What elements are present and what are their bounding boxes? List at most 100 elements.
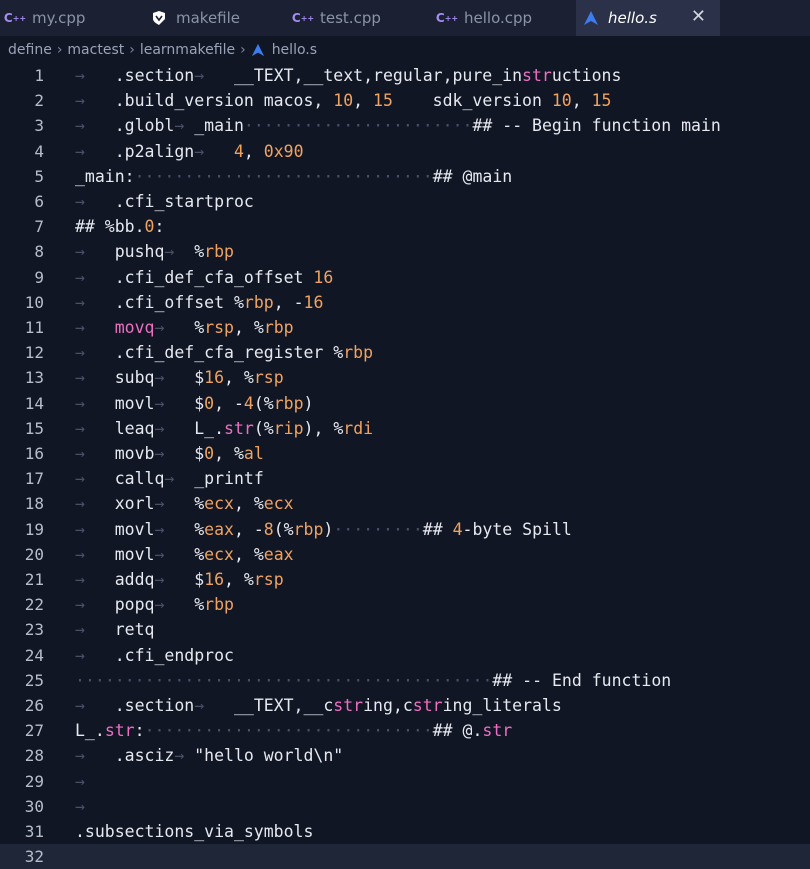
code-line[interactable]: 7 ## %bb.0: bbox=[0, 214, 810, 239]
breadcrumb-item[interactable]: define bbox=[8, 42, 52, 58]
code-line[interactable]: 3 → .globl→ _main·······················#… bbox=[0, 113, 810, 138]
code-text: → .cfi_startproc bbox=[75, 192, 254, 211]
code-text: → addq→ $16, %rsp bbox=[75, 570, 284, 589]
code-text: → callq→ _printf bbox=[75, 469, 264, 489]
code-text: → .cfi_def_cfa_register %rbp bbox=[75, 343, 374, 363]
code-text: ## %bb.0: bbox=[75, 217, 165, 237]
code-line[interactable]: 14 → movl→ $0, -4(%rbp) bbox=[0, 391, 810, 416]
line-number: 30 bbox=[24, 796, 44, 816]
cpp-icon: C ++ bbox=[291, 11, 315, 25]
tab-label: makefile bbox=[176, 9, 241, 27]
code-line[interactable]: 16 → movb→ $0, %al bbox=[0, 441, 810, 466]
line-number: 3 bbox=[34, 116, 44, 136]
code-text: → .cfi_endproc bbox=[75, 645, 234, 665]
code-line[interactable]: 26 → .section→ __TEXT,__cstring,cstring_l… bbox=[0, 693, 810, 718]
tab-label: hello.s bbox=[608, 9, 657, 27]
code-line[interactable]: 13 → subq→ $16, %rsp bbox=[0, 365, 810, 390]
tab-test-cpp[interactable]: C ++ test.cpp bbox=[288, 0, 432, 36]
line-number: 32 bbox=[24, 847, 44, 867]
code-text: → movl→ %eax, -8(%rbp)·········## 4-byte… bbox=[75, 519, 572, 539]
code-line[interactable]: 4 → .p2align→ 4, 0x90 bbox=[0, 139, 810, 164]
code-line[interactable]: 22 → popq→ %rbp bbox=[0, 592, 810, 617]
code-line[interactable]: 24 → .cfi_endproc bbox=[0, 643, 810, 668]
line-number: 25 bbox=[24, 670, 44, 690]
code-text: → leaq→ L_.str(%rip), %rdi bbox=[75, 418, 374, 438]
code-line[interactable]: 8 → pushq→ %rbp bbox=[0, 239, 810, 264]
tab-bar: C ++ my.cpp makefile C ++ test.cpp C ++ hel… bbox=[0, 0, 810, 36]
line-number: 13 bbox=[24, 368, 44, 388]
code-text: _main:······························## @… bbox=[75, 166, 513, 186]
code-line[interactable]: 19 → movl→ %eax, -8(%rbp)·········## 4-by… bbox=[0, 517, 810, 542]
code-text: → movl→ $0, -4(%rbp) bbox=[75, 393, 314, 413]
line-number: 23 bbox=[24, 620, 44, 640]
line-number: 10 bbox=[24, 292, 44, 312]
tab-label: test.cpp bbox=[320, 9, 381, 27]
code-line[interactable]: 28 → .asciz→ "hello world\n" bbox=[0, 743, 810, 768]
code-line[interactable]: 9 → .cfi_def_cfa_offset 16 bbox=[0, 265, 810, 290]
close-icon[interactable]: ✕ bbox=[691, 6, 706, 27]
code-line[interactable]: 25 ······································… bbox=[0, 668, 810, 693]
code-text: → popq→ %rbp bbox=[75, 595, 234, 615]
code-line[interactable]: 1 → .section→ __TEXT,__text,regular,pure_… bbox=[0, 63, 810, 88]
line-number: 11 bbox=[24, 318, 44, 337]
code-line[interactable]: 31 .subsections_via_symbols bbox=[0, 819, 810, 844]
code-text: → .asciz→ "hello world\n" bbox=[75, 746, 344, 766]
code-line[interactable]: 32 bbox=[0, 844, 810, 869]
tab-hello-s[interactable]: hello.s ✕ bbox=[576, 0, 720, 36]
code-line[interactable]: 11 → movq→ %rsp, %rbp bbox=[0, 315, 810, 340]
chevron-right-icon: › bbox=[240, 42, 246, 58]
code-text: → .section→ __TEXT,__text,regular,pure_i… bbox=[75, 66, 622, 85]
code-line[interactable]: 2 → .build_version macos, 10, 15 sdk_vers… bbox=[0, 88, 810, 113]
makefile-icon bbox=[150, 10, 168, 26]
line-number: 22 bbox=[24, 595, 44, 615]
line-number: 4 bbox=[34, 141, 44, 161]
line-number: 19 bbox=[24, 519, 44, 539]
code-line[interactable]: 20 → movl→ %ecx, %eax bbox=[0, 542, 810, 567]
line-number: 2 bbox=[34, 91, 44, 111]
code-line[interactable]: 23 → retq bbox=[0, 617, 810, 642]
line-number: 27 bbox=[24, 721, 44, 741]
code-line[interactable]: 21 → addq→ $16, %rsp bbox=[0, 567, 810, 592]
code-editor[interactable]: 1 → .section→ __TEXT,__text,regular,pure_… bbox=[0, 63, 810, 869]
code-text: → movl→ %ecx, %eax bbox=[75, 544, 294, 564]
line-number: 18 bbox=[24, 494, 44, 514]
breadcrumb-item[interactable]: hello.s bbox=[272, 42, 317, 58]
code-line[interactable]: 27 L_.str:·····························##… bbox=[0, 718, 810, 743]
line-number: 14 bbox=[24, 393, 44, 413]
code-text: L_.str:·····························## @… bbox=[75, 721, 513, 741]
tab-label: hello.cpp bbox=[464, 9, 533, 27]
code-line[interactable]: 18 → xorl→ %ecx, %ecx bbox=[0, 491, 810, 516]
line-number: 6 bbox=[34, 192, 44, 211]
breadcrumb-item[interactable]: learnmakefile bbox=[140, 42, 235, 58]
breadcrumb: define › mactest › learnmakefile › hello… bbox=[0, 37, 810, 63]
code-text: → retq bbox=[75, 620, 155, 640]
line-number: 7 bbox=[34, 217, 44, 237]
line-number: 31 bbox=[24, 822, 44, 841]
tab-hello-cpp[interactable]: C ++ hello.cpp bbox=[432, 0, 576, 36]
code-line[interactable]: 5 _main:······························## … bbox=[0, 164, 810, 189]
line-number: 5 bbox=[34, 166, 44, 186]
code-line[interactable]: 29 → bbox=[0, 769, 810, 794]
tab-my-cpp[interactable]: C ++ my.cpp bbox=[0, 0, 144, 36]
line-number: 12 bbox=[24, 343, 44, 363]
assembly-icon bbox=[582, 10, 600, 26]
line-number: 9 bbox=[34, 267, 44, 287]
tab-label: my.cpp bbox=[32, 9, 86, 27]
code-line[interactable]: 10 → .cfi_offset %rbp, -16 bbox=[0, 290, 810, 315]
code-text: → bbox=[75, 796, 85, 816]
line-number: 16 bbox=[24, 444, 44, 463]
cpp-icon: C ++ bbox=[435, 11, 459, 25]
breadcrumb-item[interactable]: mactest bbox=[67, 42, 124, 58]
code-line[interactable]: 15 → leaq→ L_.str(%rip), %rdi bbox=[0, 416, 810, 441]
chevron-right-icon: › bbox=[129, 42, 135, 58]
tab-makefile[interactable]: makefile bbox=[144, 0, 288, 36]
code-text: → .build_version macos, 10, 15 sdk_versi… bbox=[75, 91, 612, 111]
code-line[interactable]: 6 → .cfi_startproc bbox=[0, 189, 810, 214]
code-line[interactable]: 17 → callq→ _printf bbox=[0, 466, 810, 491]
code-line[interactable]: 12 → .cfi_def_cfa_register %rbp bbox=[0, 340, 810, 365]
code-text: → movq→ %rsp, %rbp bbox=[75, 318, 294, 337]
line-number: 26 bbox=[24, 696, 44, 715]
code-text: → movb→ $0, %al bbox=[75, 444, 264, 463]
line-number: 15 bbox=[24, 418, 44, 438]
code-line[interactable]: 30 → bbox=[0, 794, 810, 819]
